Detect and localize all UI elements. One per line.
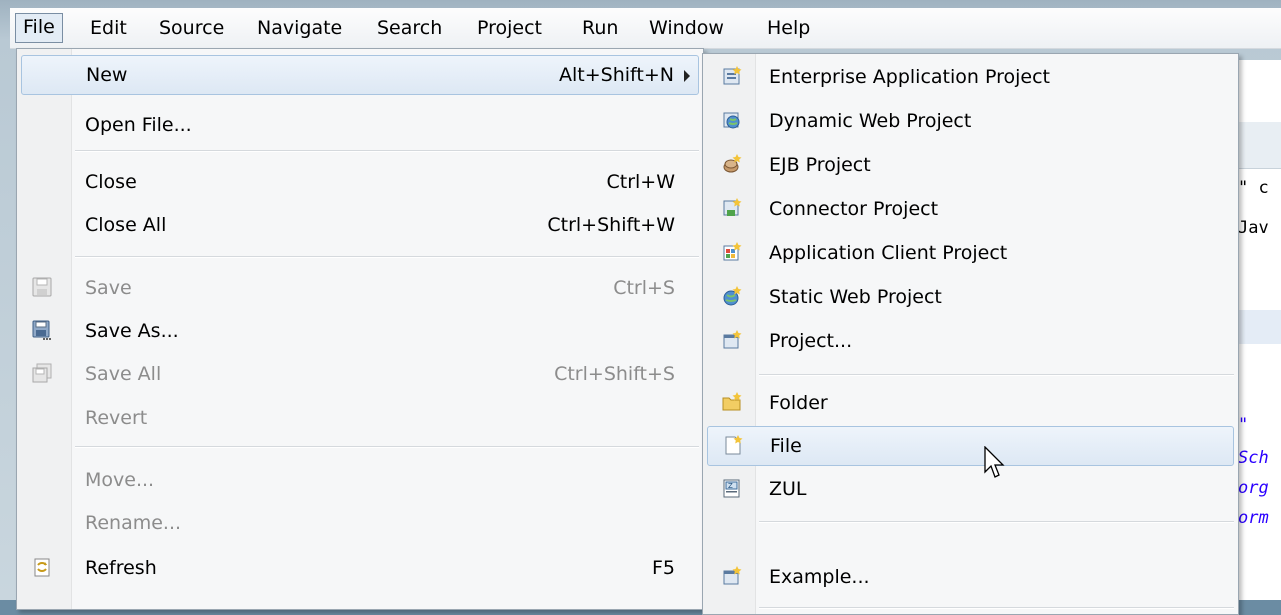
menu-item-shortcut: Ctrl+S — [613, 277, 675, 299]
save-as-icon — [32, 320, 51, 340]
menu-item-open-file[interactable]: Open File... — [21, 106, 699, 144]
menu-item-static-web-project[interactable]: Static Web Project — [707, 278, 1234, 316]
ejb-project-icon — [723, 154, 742, 173]
menu-separator — [75, 446, 699, 448]
editor-current-line — [1232, 310, 1281, 344]
menu-item-label: Move... — [85, 469, 155, 491]
menu-separator — [75, 256, 699, 258]
editor-area[interactable]: " c Jav " Sch org orm — [1232, 60, 1281, 600]
editor-line: Sch — [1238, 448, 1269, 468]
folder-icon — [722, 392, 742, 411]
static-web-project-icon — [723, 286, 742, 306]
menu-item-refresh[interactable]: Refresh F5 — [21, 549, 699, 587]
menu-item-move[interactable]: Move... — [21, 461, 699, 499]
app-client-project-icon — [723, 242, 742, 261]
new-file-icon — [725, 435, 743, 455]
menu-separator — [75, 150, 699, 152]
menu-item-label: Enterprise Application Project — [769, 66, 1050, 88]
menu-item-rename[interactable]: Rename... — [21, 504, 699, 542]
menu-item-project[interactable]: Project... — [707, 322, 1234, 360]
menu-search[interactable]: Search — [370, 14, 449, 42]
menu-item-connector-project[interactable]: Connector Project — [707, 190, 1234, 228]
editor-tab-strip — [1232, 122, 1281, 169]
project-icon — [723, 330, 742, 349]
file-menu: New Alt+Shift+N Open File... Close Ctrl+… — [16, 48, 704, 610]
menu-item-label: ZUL — [769, 478, 807, 500]
menu-item-label: Save — [85, 277, 132, 299]
save-icon — [32, 277, 52, 297]
new-submenu: Enterprise Application Project Dynamic W… — [702, 53, 1239, 615]
svg-text:Z: Z — [728, 482, 733, 490]
menu-item-save-all[interactable]: Save All Ctrl+Shift+S — [21, 355, 699, 393]
example-icon — [723, 566, 742, 585]
enterprise-app-project-icon — [723, 66, 742, 85]
connector-project-icon — [723, 198, 742, 216]
menu-item-new[interactable]: New Alt+Shift+N — [21, 55, 699, 95]
menu-item-label: Static Web Project — [769, 286, 942, 308]
menu-bar: File Edit Source Navigate Search Project… — [10, 8, 1281, 49]
menu-item-label: Refresh — [85, 557, 157, 579]
editor-line: " — [1238, 415, 1249, 435]
menu-item-label: Open File... — [85, 114, 192, 136]
menu-separator — [759, 607, 1234, 609]
menu-item-label: New — [86, 64, 128, 86]
menu-item-file[interactable]: File — [707, 426, 1234, 466]
menu-item-label: Connector Project — [769, 198, 939, 220]
submenu-arrow-icon — [684, 70, 690, 82]
mouse-cursor-icon — [984, 446, 1005, 478]
menu-item-folder[interactable]: Folder — [707, 384, 1234, 422]
editor-line: " c — [1238, 178, 1269, 198]
menu-item-label: Example... — [769, 566, 870, 588]
menu-separator — [759, 374, 1234, 376]
menu-run[interactable]: Run — [575, 14, 625, 42]
menu-file[interactable]: File — [15, 13, 63, 43]
menu-item-shortcut: Ctrl+Shift+S — [554, 363, 675, 385]
menu-item-label: Project... — [769, 330, 853, 352]
menu-item-label: Rename... — [85, 512, 182, 534]
menu-item-label: Application Client Project — [769, 242, 1008, 264]
menu-item-label: Close All — [85, 214, 167, 236]
menu-item-zul[interactable]: Z ZUL — [707, 470, 1234, 508]
menu-item-shortcut: Ctrl+Shift+W — [547, 214, 675, 236]
menu-item-shortcut: F5 — [651, 557, 675, 579]
menu-item-example[interactable]: Example... — [707, 558, 1234, 596]
menu-navigate[interactable]: Navigate — [250, 14, 349, 42]
menu-item-application-client-project[interactable]: Application Client Project — [707, 234, 1234, 272]
menu-source[interactable]: Source — [152, 14, 231, 42]
menu-separator — [759, 521, 1234, 523]
dynamic-web-project-icon — [723, 112, 740, 129]
menu-item-label: Save As... — [85, 320, 179, 342]
menu-help[interactable]: Help — [760, 14, 817, 42]
editor-line: org — [1238, 478, 1269, 498]
menu-item-enterprise-application-project[interactable]: Enterprise Application Project — [707, 58, 1234, 96]
menu-item-label: Save All — [85, 363, 162, 385]
menu-edit[interactable]: Edit — [83, 14, 134, 42]
refresh-icon — [34, 558, 50, 577]
menu-item-close-all[interactable]: Close All Ctrl+Shift+W — [21, 206, 699, 244]
menu-project[interactable]: Project — [470, 14, 549, 42]
menu-window[interactable]: Window — [642, 14, 731, 42]
menu-item-close[interactable]: Close Ctrl+W — [21, 163, 699, 201]
menu-item-label: Folder — [769, 392, 828, 414]
menu-item-label: EJB Project — [769, 154, 871, 176]
menu-item-revert[interactable]: Revert — [21, 399, 699, 437]
menu-item-dynamic-web-project[interactable]: Dynamic Web Project — [707, 102, 1234, 140]
menu-item-save[interactable]: Save Ctrl+S — [21, 269, 699, 307]
menu-item-shortcut: Alt+Shift+N — [559, 64, 674, 86]
save-all-icon — [32, 363, 52, 383]
menu-item-label: Dynamic Web Project — [769, 110, 972, 132]
menu-item-save-as[interactable]: Save As... — [21, 312, 699, 350]
menu-item-label: Revert — [85, 407, 148, 429]
editor-line: orm — [1238, 508, 1269, 528]
editor-line: Jav — [1238, 218, 1269, 238]
menu-item-ejb-project[interactable]: EJB Project — [707, 146, 1234, 184]
menu-item-label: Close — [85, 171, 137, 193]
menu-item-label: File — [770, 435, 802, 457]
menu-item-shortcut: Ctrl+W — [606, 171, 675, 193]
zul-file-icon: Z — [723, 479, 740, 498]
